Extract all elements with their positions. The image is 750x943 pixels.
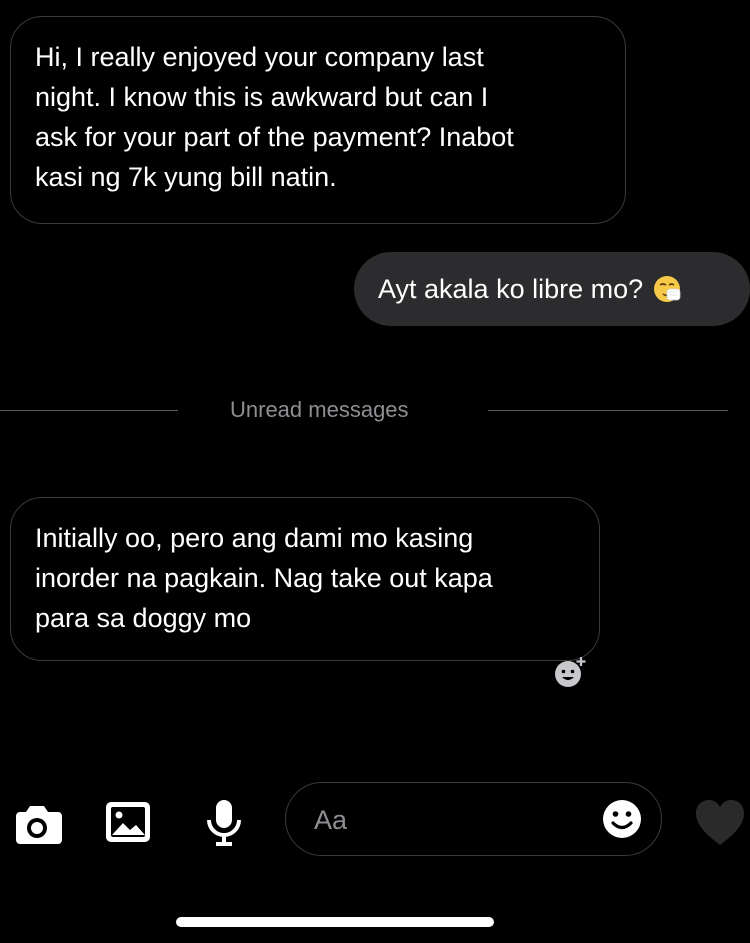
divider-line — [0, 410, 178, 411]
message-line: ask for your part of the payment? Inabot — [35, 122, 514, 152]
composer-toolbar — [0, 780, 750, 860]
message-line: Hi, I really enjoyed your company last — [35, 42, 484, 72]
home-indicator[interactable] — [176, 917, 494, 927]
sneezing-face-icon — [654, 276, 681, 302]
unread-messages-label: Unread messages — [230, 397, 409, 422]
message-line: Initially oo, pero ang dami mo kasing — [35, 523, 474, 553]
gallery-icon[interactable] — [104, 800, 152, 844]
divider-line — [488, 410, 728, 411]
outgoing-message-bubble[interactable]: Ayt akala ko libre mo? — [354, 252, 750, 326]
message-input[interactable] — [312, 797, 596, 843]
message-line: kasi ng 7k yung bill natin. — [35, 162, 337, 192]
unread-messages-divider: Unread messages — [0, 396, 750, 426]
incoming-message-bubble[interactable]: Hi, I really enjoyed your company last n… — [10, 16, 626, 224]
heart-icon[interactable] — [694, 798, 746, 848]
message-input-container[interactable] — [285, 782, 662, 856]
message-line: night. I know this is awkward but can I — [35, 82, 489, 112]
camera-icon[interactable] — [12, 802, 62, 846]
add-reaction-icon[interactable] — [553, 655, 587, 689]
message-line: inorder na pagkain. Nag take out kapa — [35, 563, 493, 593]
message-text: Ayt akala ko libre mo? — [378, 274, 644, 304]
microphone-icon[interactable] — [204, 798, 244, 848]
emoji-icon[interactable] — [602, 799, 642, 839]
message-line: para sa doggy mo — [35, 603, 252, 633]
incoming-message-bubble[interactable]: Initially oo, pero ang dami mo kasing in… — [10, 497, 600, 661]
